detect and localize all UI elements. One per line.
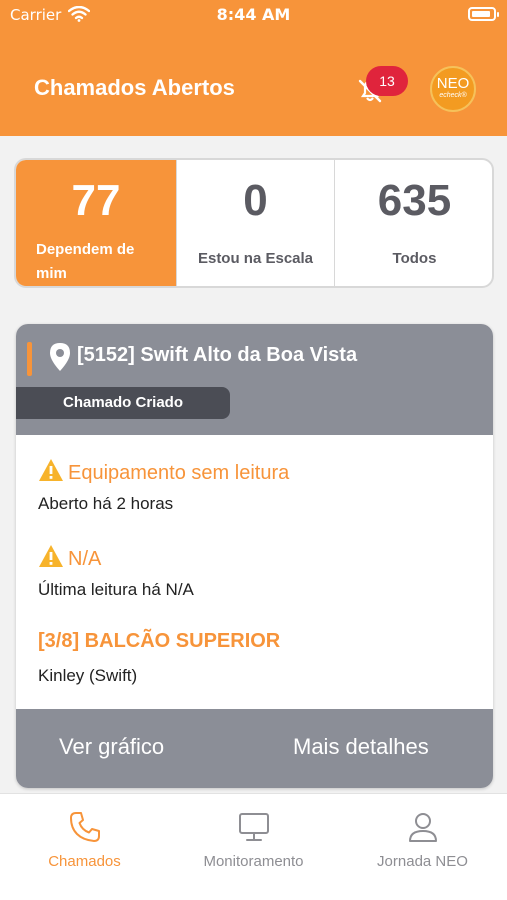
stat-todos[interactable]: 635 Todos xyxy=(334,160,492,286)
stats-panel: 77 Dependem de mim 0 Estou na Escala 635… xyxy=(14,158,494,288)
logo-subtext: echeck® xyxy=(439,92,467,99)
alert-title: Equipamento sem leitura xyxy=(38,458,289,485)
tab-chamados[interactable]: Chamados xyxy=(0,794,169,900)
notification-badge[interactable]: 13 xyxy=(366,66,408,96)
equipment-description: Kinley (Swift) xyxy=(38,666,138,685)
stat-value: 77 xyxy=(71,176,121,225)
alert-title: N/A xyxy=(38,544,101,571)
stat-label: Estou na Escala xyxy=(197,250,314,267)
logo-text: NEO xyxy=(436,75,470,92)
ticket-card[interactable]: [5152] Swift Alto da Boa Vista Chamado C… xyxy=(16,324,493,788)
tab-label: Chamados xyxy=(48,853,121,870)
stat-dependem-de-mim[interactable]: 77 Dependem de mim xyxy=(16,160,176,286)
ticket-status-chip: Chamado Criado xyxy=(16,387,230,419)
monitor-icon xyxy=(239,813,269,841)
app-header: Carrier 8:44 AM Chamados Abertos 13 NEO … xyxy=(0,0,507,136)
ticket-card-actions: Ver gráfico Mais detalhes xyxy=(16,709,493,788)
neo-logo[interactable]: NEO echeck® xyxy=(430,66,476,112)
equipment-title: [3/8] BALCÃO SUPERIOR xyxy=(38,630,281,652)
tab-monitoramento[interactable]: Monitoramento xyxy=(169,794,338,900)
warning-icon xyxy=(39,459,63,481)
stat-label: Dependem de mim xyxy=(36,241,135,282)
battery-icon xyxy=(468,7,499,21)
tab-label: Jornada NEO xyxy=(377,853,468,870)
more-details-button[interactable]: Mais detalhes xyxy=(293,734,429,760)
page-title: Chamados Abertos xyxy=(34,75,235,100)
priority-bar xyxy=(27,342,32,376)
alert-description: Aberto há 2 horas xyxy=(38,494,174,513)
tab-label: Monitoramento xyxy=(203,853,304,870)
location-pin-icon xyxy=(50,343,70,371)
tab-jornada-neo[interactable]: Jornada NEO xyxy=(338,794,507,900)
view-chart-button[interactable]: Ver gráfico xyxy=(59,734,164,760)
ticket-location: [5152] Swift Alto da Boa Vista xyxy=(77,344,358,366)
stat-value: 635 xyxy=(377,176,452,225)
stat-value: 0 xyxy=(243,176,268,225)
phone-icon xyxy=(70,812,100,842)
alert-title-text: N/A xyxy=(68,548,102,570)
warning-icon xyxy=(39,545,63,567)
clock: 8:44 AM xyxy=(216,5,291,24)
stat-estou-na-escala[interactable]: 0 Estou na Escala xyxy=(176,160,334,286)
stat-label: Todos xyxy=(392,250,437,267)
tab-bar: Chamados Monitoramento Jornada NEO xyxy=(0,793,507,900)
alert-description: Última leitura há N/A xyxy=(38,580,194,599)
status-bar: Carrier 8:44 AM xyxy=(0,0,507,30)
user-icon xyxy=(409,813,437,842)
alert-title-text: Equipamento sem leitura xyxy=(68,462,290,484)
ticket-card-header: [5152] Swift Alto da Boa Vista Chamado C… xyxy=(16,324,493,435)
